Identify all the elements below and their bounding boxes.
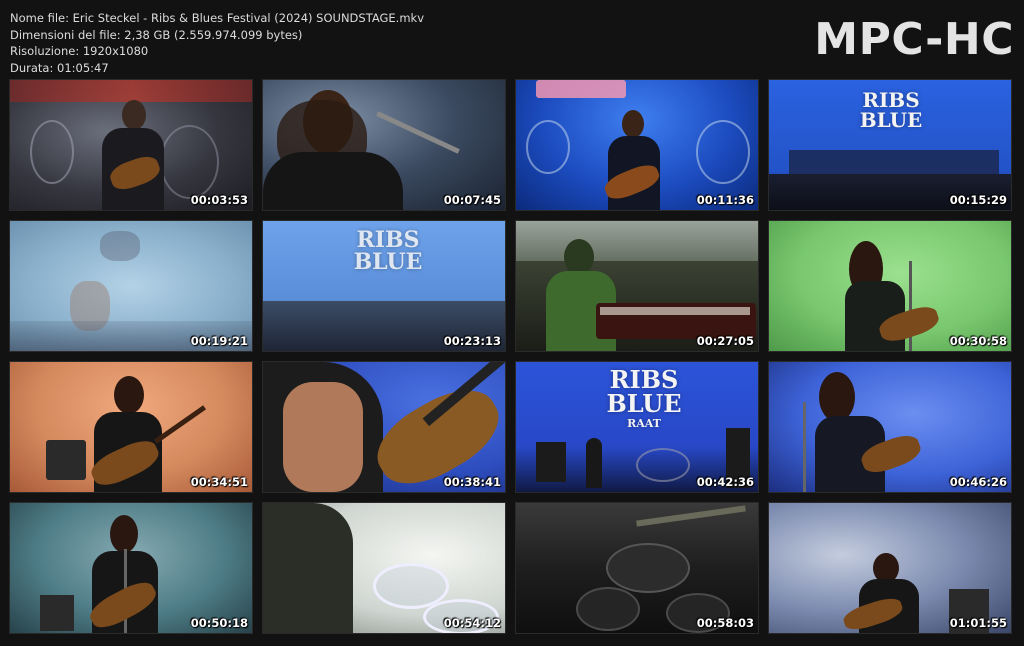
thumbnail[interactable]: 00:38:41	[262, 361, 506, 493]
file-info-panel: Nome file: Eric Steckel - Ribs & Blues F…	[10, 10, 424, 76]
thumbnail[interactable]: 00:54:12	[262, 502, 506, 634]
thumbnail[interactable]: 00:58:03	[515, 502, 759, 634]
thumbnail[interactable]: 00:03:53	[9, 79, 253, 211]
timestamp: 00:46:26	[949, 475, 1007, 489]
thumbnail[interactable]: RIBS BLUE 00:15:29	[768, 79, 1012, 211]
timestamp: 00:27:05	[696, 334, 754, 348]
timestamp: 00:30:58	[949, 334, 1007, 348]
stage-sign: RIBS BLUE	[353, 227, 423, 275]
timestamp: 00:19:21	[190, 334, 248, 348]
thumbnail[interactable]: 00:11:36	[515, 79, 759, 211]
timestamp: 00:34:51	[190, 475, 248, 489]
timestamp: 00:15:29	[949, 193, 1007, 207]
timestamp: 00:54:12	[443, 616, 501, 630]
timestamp: 00:58:03	[696, 616, 754, 630]
timestamp: 00:50:18	[190, 616, 248, 630]
stage-sign: RIBS BLUE RAAT	[606, 365, 682, 430]
timestamp: 00:23:13	[443, 334, 501, 348]
thumbnail[interactable]: 00:30:58	[768, 220, 1012, 352]
thumbnail[interactable]: RIBS BLUE RAAT 00:42:36	[515, 361, 759, 493]
file-name: Nome file: Eric Steckel - Ribs & Blues F…	[10, 11, 424, 25]
timestamp: 00:42:36	[696, 475, 754, 489]
thumbnail[interactable]: 01:01:55	[768, 502, 1012, 634]
timestamp: 00:07:45	[443, 193, 501, 207]
timestamp: 00:03:53	[190, 193, 248, 207]
timestamp: 01:01:55	[949, 616, 1007, 630]
file-size: Dimensioni del file: 2,38 GB (2.559.974.…	[10, 27, 303, 42]
thumbnail[interactable]: 00:50:18	[9, 502, 253, 634]
thumbnail[interactable]: RIBS BLUE 00:23:13	[262, 220, 506, 352]
thumbnail[interactable]: 00:34:51	[9, 361, 253, 493]
timestamp: 00:38:41	[443, 475, 501, 489]
thumbnail[interactable]: 00:07:45	[262, 79, 506, 211]
timestamp: 00:11:36	[696, 193, 754, 207]
thumbnail[interactable]: 00:46:26	[768, 361, 1012, 493]
thumbnail-grid: 00:03:53 00:07:45 00:11:36 RIBS BLUE 00:1…	[9, 79, 1012, 634]
stage-sign: RIBS BLUE	[859, 88, 923, 132]
file-resolution: Risoluzione: 1920x1080	[10, 44, 149, 58]
thumbnail[interactable]: 00:19:21	[9, 220, 253, 352]
thumbnail[interactable]: 00:27:05	[515, 220, 759, 352]
file-duration: Durata: 01:05:47	[10, 60, 109, 75]
mpc-hc-logo: MPC-HC	[814, 14, 1014, 65]
